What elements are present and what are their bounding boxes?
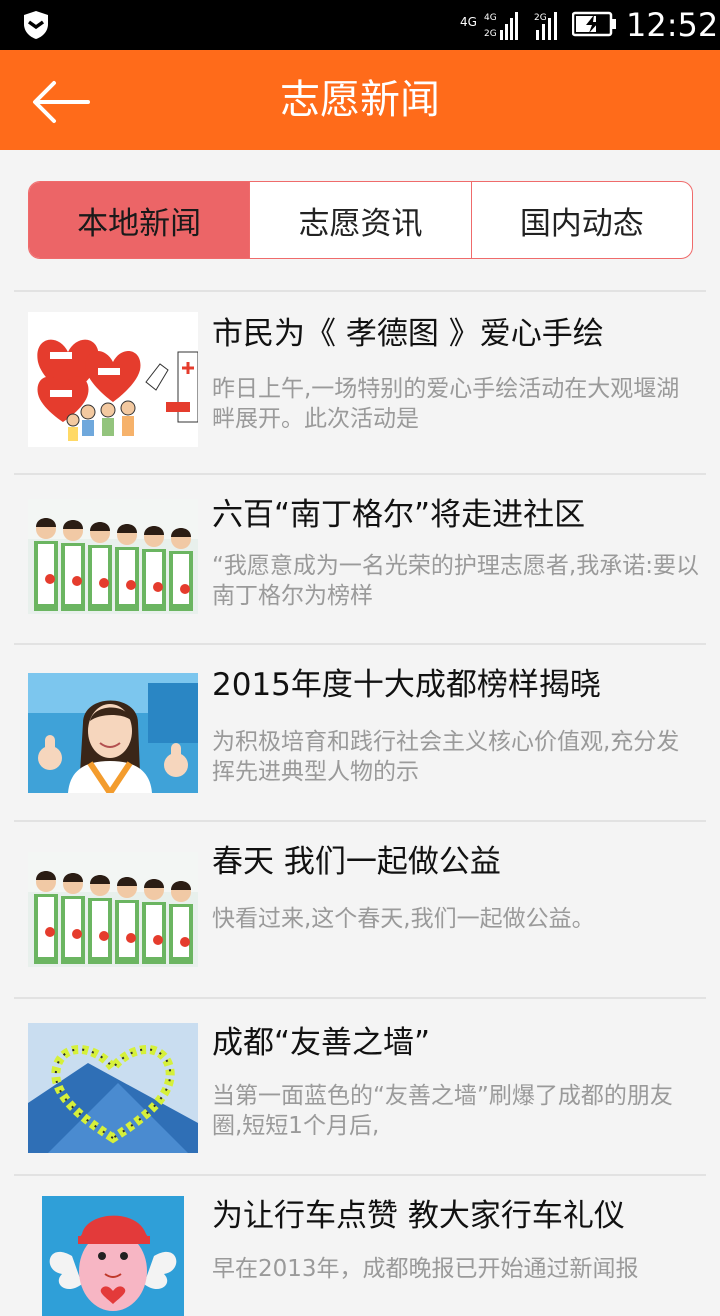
tab-domestic-news[interactable]: 国内动态 <box>472 182 692 258</box>
news-thumbnail <box>42 1196 184 1316</box>
news-title: 为让行车点赞 教大家行车礼仪 <box>212 1198 625 1234</box>
news-list: 市民为《 孝德图 》爱心手绘 昨日上午,一场特别的爱心手绘活动在大观堰湖畔展开。… <box>14 292 706 1316</box>
news-thumbnail <box>28 673 198 793</box>
news-item[interactable]: 六百“南丁格尔”将走进社区 “我愿意成为一名光荣的护理志愿者,我承诺:要以南丁格… <box>14 475 706 645</box>
news-summary: 当第一面蓝色的“友善之墙”刷爆了成都的朋友圈,短短1个月后, <box>212 1083 673 1139</box>
svg-text:4G: 4G <box>484 13 497 23</box>
news-thumbnail <box>28 499 198 614</box>
news-item[interactable]: 2015年度十大成都榜样揭晓 为积极培育和践行社会主义核心价值观,充分发挥先进典… <box>14 645 706 822</box>
news-summary: 快看过来,这个春天,我们一起做公益。 <box>212 906 595 932</box>
status-bar: 4G 4G 2G 2G 12:52 <box>0 0 720 50</box>
clock: 12:52 <box>626 6 719 44</box>
news-thumbnail <box>28 312 198 447</box>
news-title: 六百“南丁格尔”将走进社区 <box>212 497 586 533</box>
app-header: 志愿新闻 <box>0 50 720 150</box>
tab-bar: 本地新闻 志愿资讯 国内动态 <box>28 181 693 259</box>
battery-charging-icon <box>572 11 616 37</box>
signal-2g-icon: 2G <box>534 12 557 40</box>
news-summary: 为积极培育和践行社会主义核心价值观,充分发挥先进典型人物的示 <box>212 729 680 785</box>
news-title: 春天 我们一起做公益 <box>212 844 501 880</box>
signal-4g-icon: 4G 4G 2G <box>460 12 518 40</box>
news-thumbnail <box>28 1023 198 1153</box>
news-summary: 昨日上午,一场特别的爱心手绘活动在大观堰湖畔展开。此次活动是 <box>212 376 680 432</box>
svg-text:2G: 2G <box>484 29 497 39</box>
news-thumbnail <box>28 852 198 967</box>
shield-icon <box>24 11 48 39</box>
news-item[interactable]: 成都“友善之墙” 当第一面蓝色的“友善之墙”刷爆了成都的朋友圈,短短1个月后, <box>14 999 706 1176</box>
news-item[interactable]: 为让行车点赞 教大家行车礼仪 早在2013年，成都晚报已开始通过新闻报 <box>14 1176 706 1316</box>
news-title: 市民为《 孝德图 》爱心手绘 <box>212 316 604 352</box>
tab-local-news[interactable]: 本地新闻 <box>29 182 251 258</box>
news-title: 成都“友善之墙” <box>212 1025 431 1061</box>
svg-text:2G: 2G <box>534 13 547 23</box>
news-item[interactable]: 市民为《 孝德图 》爱心手绘 昨日上午,一场特别的爱心手绘活动在大观堰湖畔展开。… <box>14 292 706 475</box>
news-summary: “我愿意成为一名光荣的护理志愿者,我承诺:要以南丁格尔为榜样 <box>212 553 699 609</box>
news-item[interactable]: 春天 我们一起做公益 快看过来,这个春天,我们一起做公益。 <box>14 822 706 999</box>
svg-text:4G: 4G <box>460 15 477 29</box>
news-title: 2015年度十大成都榜样揭晓 <box>212 667 601 703</box>
page-title: 志愿新闻 <box>280 77 440 123</box>
tab-volunteer-info[interactable]: 志愿资讯 <box>250 182 472 258</box>
back-arrow-icon[interactable] <box>28 78 94 126</box>
